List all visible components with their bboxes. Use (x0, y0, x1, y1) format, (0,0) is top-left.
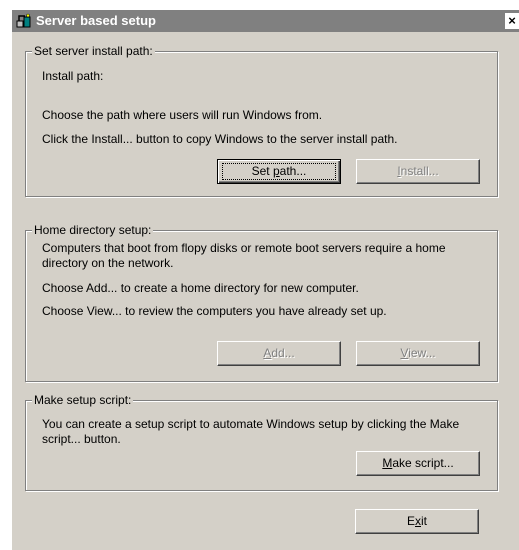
focus-rect (222, 163, 336, 180)
exit-label-pre: E (406, 514, 415, 528)
install-path-group: Set server install path: Install path: C… (25, 44, 498, 197)
view-button[interactable]: View... (356, 341, 480, 366)
setup-script-group: Make setup script: You can create a setu… (25, 393, 498, 491)
exit-label-post: it (421, 514, 427, 528)
make-script-button[interactable]: Make script... (356, 451, 480, 476)
view-label: iew... (408, 346, 436, 360)
home-directory-legend: Home directory setup: (32, 223, 154, 237)
exit-button[interactable]: Exit (355, 509, 479, 534)
script-instruction: You can create a setup script to automat… (42, 417, 460, 446)
title-bar[interactable]: Server based setup × (12, 10, 519, 32)
add-button[interactable]: Add... (217, 341, 341, 366)
add-label: dd... (271, 346, 295, 360)
make-script-label: ake script... (392, 456, 454, 470)
setup-app-icon (16, 13, 32, 29)
window-title: Server based setup (36, 13, 156, 28)
install-label: nstall... (400, 164, 439, 178)
home-instruction-3: Choose View... to review the computers y… (42, 304, 387, 318)
set-path-button[interactable]: Set path... (217, 159, 341, 184)
install-path-label: Install path: (42, 69, 104, 83)
setup-script-legend: Make setup script: (32, 393, 134, 407)
close-icon[interactable]: × (505, 13, 519, 29)
install-path-legend: Set server install path: (32, 44, 155, 58)
install-button[interactable]: Install... (356, 159, 480, 184)
home-directory-group: Home directory setup: Computers that boo… (25, 223, 498, 382)
home-instruction-2: Choose Add... to create a home directory… (42, 281, 359, 295)
server-setup-dialog: Server based setup × Set server install … (12, 10, 519, 550)
install-instruction-1: Choose the path where users will run Win… (42, 108, 323, 122)
install-instruction-2: Click the Install... button to copy Wind… (42, 132, 398, 146)
home-instruction-1: Computers that boot from flopy disks or … (42, 241, 446, 270)
make-script-accel: M (382, 456, 393, 470)
